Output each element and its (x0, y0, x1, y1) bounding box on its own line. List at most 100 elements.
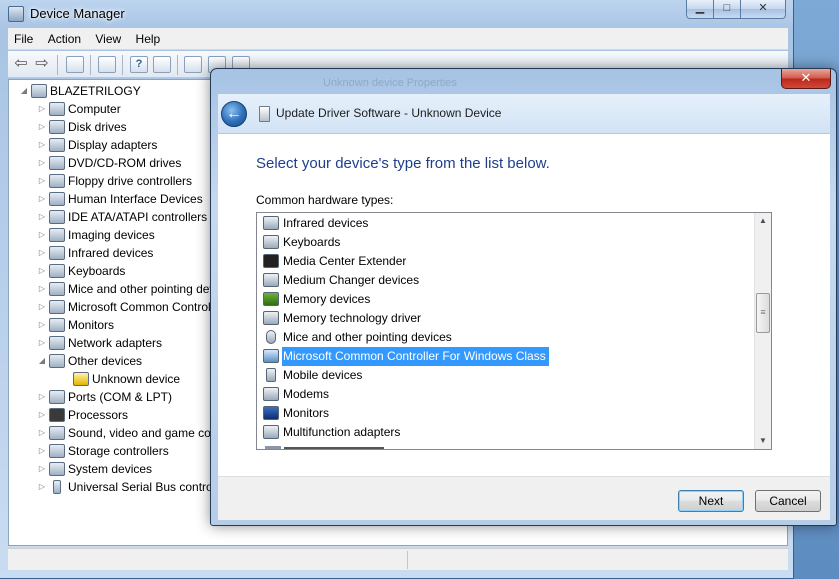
list-item-selected[interactable]: Microsoft Common Controller For Windows … (261, 347, 549, 366)
expand-arrow-icon[interactable]: ▷ (37, 388, 47, 406)
expand-arrow-icon[interactable]: ▷ (37, 298, 47, 316)
help-icon[interactable]: ? (130, 56, 148, 73)
monitor-icon (49, 318, 65, 332)
list-item[interactable]: Mobile devices (261, 366, 365, 385)
list-item[interactable]: Multifunction adapters (261, 423, 403, 442)
hardware-type-list[interactable]: Infrared devices Keyboards Media Center … (256, 212, 772, 450)
tree-item-label: Processors (68, 408, 129, 422)
tree-item[interactable]: ▷ DVD/CD-ROM drives (37, 154, 181, 172)
tree-item-unknown-device[interactable]: Unknown device (61, 370, 180, 388)
tree-root-label: BLAZETRILOGY (50, 84, 141, 98)
expand-arrow-icon[interactable]: ▷ (37, 334, 47, 352)
tree-item[interactable]: ▷ Network adapters (37, 334, 162, 352)
expand-arrow-icon[interactable]: ▷ (37, 478, 47, 496)
tree-item-label: Imaging devices (68, 228, 155, 242)
menu-action[interactable]: Action (42, 28, 86, 46)
tree-item[interactable]: ◢ Other devices (37, 352, 142, 370)
expand-arrow-icon[interactable]: ▷ (37, 262, 47, 280)
maximize-button[interactable]: □ (713, 0, 741, 19)
list-item[interactable]: Monitors (261, 404, 332, 423)
forward-arrow-icon[interactable]: ⇨ (33, 56, 51, 73)
properties-icon[interactable] (66, 56, 84, 73)
menu-view[interactable]: View (89, 28, 126, 46)
tree-item[interactable]: ▷ Mice and other pointing devices (37, 280, 237, 298)
dialog-close-button[interactable]: ✕ (781, 69, 831, 89)
tree-item[interactable]: ▷ Disk drives (37, 118, 127, 136)
tree-item[interactable]: ▷ Imaging devices (37, 226, 155, 244)
menu-file[interactable]: File (8, 28, 38, 46)
view-icon[interactable] (98, 56, 116, 73)
menu-help[interactable]: Help (130, 28, 166, 46)
title-bar[interactable]: Device Manager ▁ □ ✕ (0, 0, 793, 28)
controller-icon (49, 300, 65, 314)
list-item[interactable]: Memory technology driver (261, 309, 424, 328)
list-item[interactable]: Medium Changer devices (261, 271, 422, 290)
mouse-icon (266, 330, 276, 344)
expand-arrow-icon[interactable]: ▷ (37, 208, 47, 226)
sound-icon (49, 426, 65, 440)
collapse-arrow-icon[interactable]: ◢ (37, 352, 47, 370)
modem-icon (263, 387, 279, 401)
list-item[interactable]: Keyboards (261, 233, 343, 252)
expand-arrow-icon[interactable]: ▷ (37, 316, 47, 334)
list-item-label: Media Center Extender (283, 254, 407, 268)
floppy-controller-icon (49, 174, 65, 188)
list-item[interactable]: Modems (261, 385, 332, 404)
tree-item[interactable]: ▷ Keyboards (37, 262, 125, 280)
expand-arrow-icon[interactable]: ▷ (37, 244, 47, 262)
close-button[interactable]: ✕ (740, 0, 786, 19)
collapse-arrow-icon[interactable]: ◢ (19, 82, 29, 100)
tree-item[interactable]: ▷ Ports (COM & LPT) (37, 388, 172, 406)
expand-arrow-icon[interactable]: ▷ (37, 424, 47, 442)
expand-arrow-icon[interactable]: ▷ (37, 100, 47, 118)
back-arrow-icon[interactable]: ⇦ (12, 56, 30, 73)
tree-item[interactable]: ▷ IDE ATA/ATAPI controllers (37, 208, 207, 226)
media-center-icon (263, 254, 279, 268)
tree-item[interactable]: ▷ Storage controllers (37, 442, 169, 460)
expand-arrow-icon[interactable]: ▷ (37, 118, 47, 136)
tree-item[interactable]: ▷ Universal Serial Bus controllers (37, 478, 235, 496)
usb-icon (53, 480, 61, 494)
expand-arrow-icon[interactable]: ▷ (37, 172, 47, 190)
scroll-down-arrow-icon[interactable]: ▼ (755, 433, 771, 449)
expand-arrow-icon[interactable]: ▷ (37, 154, 47, 172)
list-item[interactable]: Memory devices (261, 290, 373, 309)
scroll-up-arrow-icon[interactable]: ▲ (755, 213, 771, 229)
tree-item[interactable]: ▷ Display adapters (37, 136, 157, 154)
tree-item-label: System devices (68, 462, 153, 476)
next-button[interactable]: Next (678, 490, 744, 512)
tree-item-label: Ports (COM & LPT) (68, 390, 173, 404)
expand-arrow-icon[interactable]: ▷ (37, 406, 47, 424)
back-button[interactable]: ← (221, 101, 247, 127)
tree-item-label: Computer (68, 102, 121, 116)
tree-item[interactable]: ▷ Monitors (37, 316, 114, 334)
expand-arrow-icon[interactable]: ▷ (37, 280, 47, 298)
cancel-button[interactable]: Cancel (755, 490, 821, 512)
scroll-thumb[interactable]: ≡ (756, 293, 770, 333)
list-scrollbar[interactable]: ▲ ≡ ▼ (754, 213, 771, 449)
list-item-partial (263, 443, 743, 449)
tree-root[interactable]: ◢ BLAZETRILOGY (19, 82, 141, 100)
keyboard-icon (49, 264, 65, 278)
expand-arrow-icon[interactable]: ▷ (37, 190, 47, 208)
minimize-button[interactable]: ▁ (686, 0, 714, 19)
tree-item[interactable]: ▷ Computer (37, 100, 121, 118)
expand-arrow-icon[interactable]: ▷ (37, 460, 47, 478)
tree-item[interactable]: ▷ Infrared devices (37, 244, 153, 262)
other-devices-icon (49, 354, 65, 368)
tree-item-label: Infrared devices (68, 246, 154, 260)
scan-icon[interactable] (153, 56, 171, 73)
tree-item-label: Unknown device (92, 372, 181, 386)
medium-changer-icon (263, 273, 279, 287)
tree-item[interactable]: ▷ Floppy drive controllers (37, 172, 192, 190)
list-item[interactable]: Infrared devices (261, 214, 371, 233)
expand-arrow-icon[interactable]: ▷ (37, 136, 47, 154)
list-item[interactable]: Mice and other pointing devices (261, 328, 455, 347)
tree-item[interactable]: ▷ Processors (37, 406, 128, 424)
tree-item[interactable]: ▷ Human Interface Devices (37, 190, 203, 208)
update-driver-icon[interactable] (184, 56, 202, 73)
expand-arrow-icon[interactable]: ▷ (37, 442, 47, 460)
expand-arrow-icon[interactable]: ▷ (37, 226, 47, 244)
list-item[interactable]: Media Center Extender (261, 252, 409, 271)
tree-item[interactable]: ▷ System devices (37, 460, 152, 478)
